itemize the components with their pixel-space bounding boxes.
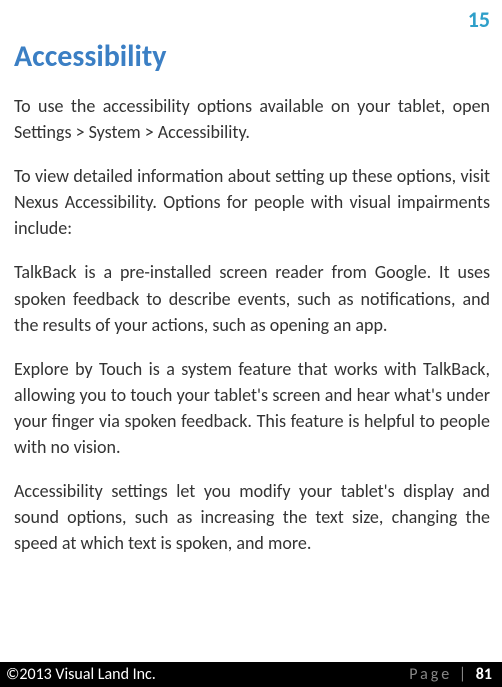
footer-page: Page | 81 bbox=[409, 665, 492, 684]
main-content: Accessibility To use the accessibility o… bbox=[0, 0, 502, 556]
heading-accessibility: Accessibility bbox=[14, 38, 490, 75]
footer-separator: | bbox=[452, 665, 476, 684]
page-number-top: 15 bbox=[468, 6, 490, 33]
paragraph-intro: To use the accessibility options availab… bbox=[14, 93, 490, 145]
paragraph-talkback: TalkBack is a pre-installed screen reade… bbox=[14, 259, 490, 337]
paragraph-explore: Explore by Touch is a system feature tha… bbox=[14, 356, 490, 460]
footer-bar: ©2013 Visual Land Inc. Page | 81 bbox=[0, 662, 502, 687]
footer-page-number: 81 bbox=[476, 665, 492, 684]
footer-copyright: ©2013 Visual Land Inc. bbox=[6, 665, 156, 684]
paragraph-detail: To view detailed information about setti… bbox=[14, 163, 490, 241]
footer-page-label: Page bbox=[409, 665, 452, 684]
paragraph-settings: Accessibility settings let you modify yo… bbox=[14, 478, 490, 556]
